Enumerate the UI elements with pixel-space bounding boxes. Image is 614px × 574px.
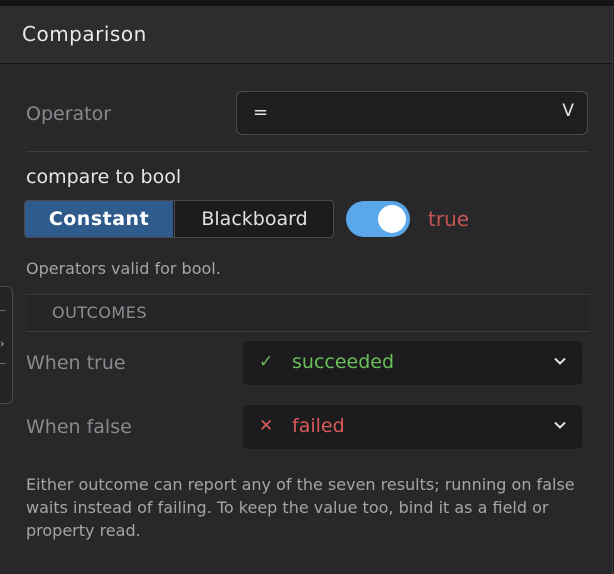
comparison-panel: Comparison › Operator = V compare to boo… bbox=[0, 6, 613, 574]
check-icon: ✓ bbox=[259, 352, 274, 372]
when-true-value: succeeded bbox=[292, 351, 395, 373]
outcomes-section-header: OUTCOMES bbox=[26, 294, 590, 332]
toggle-value-text: true bbox=[428, 207, 470, 231]
chevron-down-icon bbox=[554, 357, 566, 365]
handle-tick bbox=[0, 310, 6, 311]
chevron-right-icon: › bbox=[0, 337, 5, 350]
mode-blackboard-button[interactable]: Blackboard bbox=[174, 201, 333, 237]
operator-select[interactable]: = V bbox=[236, 91, 588, 135]
when-true-label: When true bbox=[26, 352, 126, 374]
mode-segmented-control: Constant Blackboard bbox=[24, 200, 334, 238]
x-icon: ✕ bbox=[259, 416, 274, 436]
outcomes-header-label: OUTCOMES bbox=[52, 303, 147, 322]
compare-to-label: compare to bool bbox=[26, 166, 182, 188]
mode-constant-button[interactable]: Constant bbox=[25, 201, 173, 237]
operator-value: = bbox=[253, 102, 269, 123]
when-false-select[interactable]: ✕ failed bbox=[243, 405, 582, 449]
panel-title: Comparison bbox=[22, 22, 147, 46]
divider bbox=[26, 151, 589, 152]
chevron-down-icon bbox=[554, 421, 566, 429]
when-false-value: failed bbox=[292, 415, 345, 437]
operator-label: Operator bbox=[26, 103, 112, 125]
outcome-help-text: Either outcome can report any of the sev… bbox=[26, 475, 575, 540]
panel-header: Comparison bbox=[0, 6, 612, 64]
collapse-handle[interactable]: › bbox=[0, 286, 13, 404]
when-true-select[interactable]: ✓ succeeded bbox=[243, 341, 582, 385]
chevron-down-icon: V bbox=[562, 101, 574, 121]
handle-tick bbox=[0, 363, 6, 364]
bool-toggle[interactable] bbox=[346, 201, 410, 237]
when-false-label: When false bbox=[26, 416, 132, 438]
toggle-knob bbox=[378, 205, 406, 233]
operators-hint: Operators valid for bool. bbox=[26, 259, 221, 278]
